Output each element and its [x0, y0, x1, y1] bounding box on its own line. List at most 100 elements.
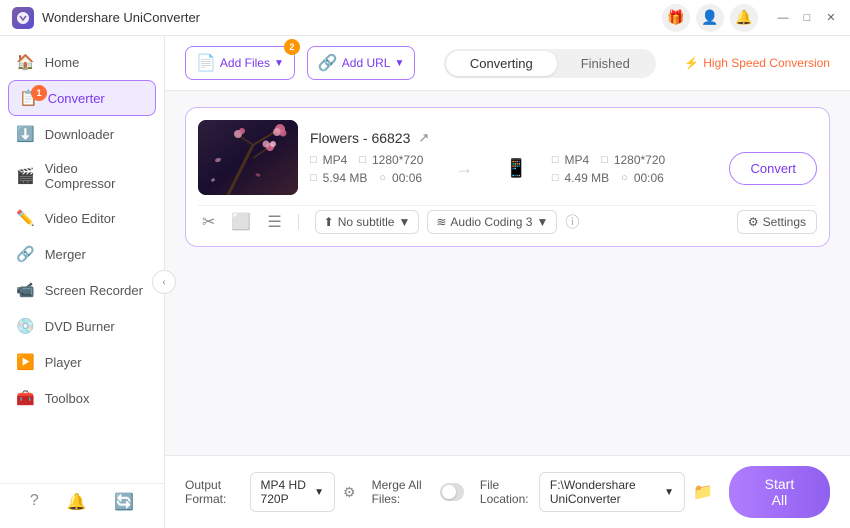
- help-icon[interactable]: ?: [30, 492, 39, 512]
- sidebar-item-label: DVD Burner: [45, 319, 115, 334]
- source-meta-group: □ 5.94 MB ○ 00:06: [310, 171, 423, 185]
- edit-icon[interactable]: ↗: [418, 130, 429, 146]
- output-format-value: MP4 HD 720P: [261, 478, 311, 506]
- output-format-select[interactable]: MP4 HD 720P ▼: [250, 472, 335, 512]
- audio-label: Audio Coding 3: [450, 215, 532, 229]
- sidebar-item-label: Downloader: [45, 127, 114, 142]
- gift-icon[interactable]: 🎁: [662, 4, 690, 32]
- sidebar-item-downloader[interactable]: ⬇️ Downloader: [0, 116, 164, 152]
- add-files-icon: 📄: [196, 53, 216, 73]
- tab-finished[interactable]: Finished: [557, 51, 654, 76]
- file-meta-row: □ MP4 □ 1280*720 □ 5.94 MB ○ 00:06: [310, 152, 817, 185]
- add-files-badge: 2: [284, 39, 300, 55]
- bell-icon[interactable]: 🔔: [730, 4, 758, 32]
- target-clock-icon: ○: [621, 172, 628, 184]
- main-layout: 🏠 Home 📋 Converter 1 ⬇️ Downloader 🎬 Vid…: [0, 36, 850, 528]
- folder-icon[interactable]: 📁: [693, 482, 713, 502]
- file-card-top: Flowers - 66823 ↗ □ MP4 □ 1280*720: [198, 120, 817, 195]
- info-icon[interactable]: ⓘ: [565, 212, 579, 232]
- sidebar-item-label: Merger: [45, 247, 86, 262]
- subtitle-chevron: ▼: [398, 215, 410, 229]
- target-resolution-icon: □: [601, 154, 608, 166]
- device-icon: 📱: [505, 158, 527, 179]
- target-size: 4.49 MB: [564, 171, 609, 185]
- sidebar-item-toolbox[interactable]: 🧰 Toolbox: [0, 380, 164, 416]
- source-size: 5.94 MB: [323, 171, 368, 185]
- subtitle-icon: ⬆: [324, 215, 334, 229]
- settings-label: Settings: [763, 215, 806, 229]
- app-logo: [12, 7, 34, 29]
- file-card: Flowers - 66823 ↗ □ MP4 □ 1280*720: [185, 107, 830, 247]
- editor-icon: ✏️: [16, 209, 35, 227]
- sidebar-item-merger[interactable]: 🔗 Merger: [0, 236, 164, 272]
- audio-select[interactable]: ≋ Audio Coding 3 ▼: [427, 210, 557, 234]
- sync-icon[interactable]: 🔄: [114, 492, 134, 512]
- file-location-label: File Location:: [480, 478, 531, 506]
- target-meta-group: □ 4.49 MB ○ 00:06: [552, 171, 665, 185]
- add-files-chevron: ▼: [274, 58, 284, 69]
- maximize-button[interactable]: □: [800, 11, 814, 25]
- subtitle-select[interactable]: ⬆ No subtitle ▼: [315, 210, 420, 234]
- output-settings-icon[interactable]: ⚙: [343, 484, 356, 501]
- clock-icon: ○: [379, 172, 386, 184]
- merge-toggle[interactable]: [440, 483, 464, 501]
- minimize-button[interactable]: —: [776, 11, 790, 25]
- sidebar-collapse-button[interactable]: ‹: [152, 270, 176, 294]
- tabs-group: Converting Finished: [444, 49, 656, 78]
- gear-icon: ⚙: [748, 215, 759, 229]
- merge-label: Merge All Files:: [372, 478, 434, 506]
- target-file-icon: □: [552, 172, 559, 184]
- add-url-button[interactable]: 🔗 Add URL ▼: [307, 46, 416, 80]
- high-speed-button[interactable]: ⚡ High Speed Conversion: [684, 56, 830, 70]
- file-name: Flowers - 66823: [310, 130, 410, 146]
- notification-icon[interactable]: 🔔: [67, 492, 87, 512]
- add-files-label: Add Files: [220, 56, 270, 70]
- tab-converting[interactable]: Converting: [446, 51, 557, 76]
- titlebar-controls: 🎁 👤 🔔 — □ ✕: [662, 4, 838, 32]
- converter-badge: 1: [31, 85, 47, 101]
- add-files-button[interactable]: 📄 Add Files ▼ 2: [185, 46, 295, 80]
- more-button[interactable]: ☰: [263, 210, 285, 234]
- source-format: MP4: [323, 153, 348, 167]
- file-card-bottom: ✂ ⬜ ☰ ⬆ No subtitle ▼ ≋ Audio Coding 3 ▼…: [198, 205, 817, 234]
- trim-button[interactable]: ✂: [198, 210, 219, 234]
- start-all-button[interactable]: Start All: [729, 466, 830, 518]
- convert-button[interactable]: Convert: [729, 152, 817, 185]
- compressor-icon: 🎬: [16, 167, 35, 185]
- file-name-row: Flowers - 66823 ↗: [310, 130, 817, 146]
- home-icon: 🏠: [16, 53, 35, 71]
- output-format-chevron: ▼: [314, 487, 324, 498]
- close-button[interactable]: ✕: [824, 11, 838, 25]
- file-location-field: File Location: F:\Wondershare UniConvert…: [480, 472, 713, 512]
- crop-button[interactable]: ⬜: [227, 210, 255, 234]
- file-thumbnail: [198, 120, 298, 195]
- user-icon[interactable]: 👤: [696, 4, 724, 32]
- target-format-group: □ MP4 □ 1280*720: [552, 153, 665, 167]
- target-format-icon: □: [552, 154, 559, 166]
- sidebar-item-player[interactable]: ▶️ Player: [0, 344, 164, 380]
- target-duration: 00:06: [634, 171, 664, 185]
- source-resolution: 1280*720: [372, 153, 423, 167]
- add-url-label: Add URL: [342, 56, 391, 70]
- sidebar-item-screen-recorder[interactable]: 📹 Screen Recorder: [0, 272, 164, 308]
- sidebar-item-dvd-burner[interactable]: 💿 DVD Burner: [0, 308, 164, 344]
- recorder-icon: 📹: [16, 281, 35, 299]
- merge-all-field: Merge All Files:: [372, 478, 464, 506]
- sidebar-item-home[interactable]: 🏠 Home: [0, 44, 164, 80]
- content-area: 📄 Add Files ▼ 2 🔗 Add URL ▼ Converting F…: [165, 36, 850, 528]
- sidebar-item-video-compressor[interactable]: 🎬 Video Compressor: [0, 152, 164, 200]
- lightning-icon: ⚡: [684, 56, 699, 70]
- merger-icon: 🔗: [16, 245, 35, 263]
- sidebar-item-video-editor[interactable]: ✏️ Video Editor: [0, 200, 164, 236]
- audio-wave-icon: ≋: [436, 215, 446, 229]
- target-format: MP4: [564, 153, 589, 167]
- sidebar-item-converter[interactable]: 📋 Converter 1: [8, 80, 156, 116]
- dvd-icon: 💿: [16, 317, 35, 335]
- source-duration: 00:06: [392, 171, 422, 185]
- settings-button[interactable]: ⚙ Settings: [737, 210, 817, 234]
- convert-arrow-icon: →: [455, 158, 473, 179]
- toggle-thumb: [442, 485, 456, 499]
- file-location-select[interactable]: F:\Wondershare UniConverter ▼: [539, 472, 685, 512]
- subtitle-label: No subtitle: [338, 215, 395, 229]
- file-location-chevron: ▼: [664, 487, 674, 498]
